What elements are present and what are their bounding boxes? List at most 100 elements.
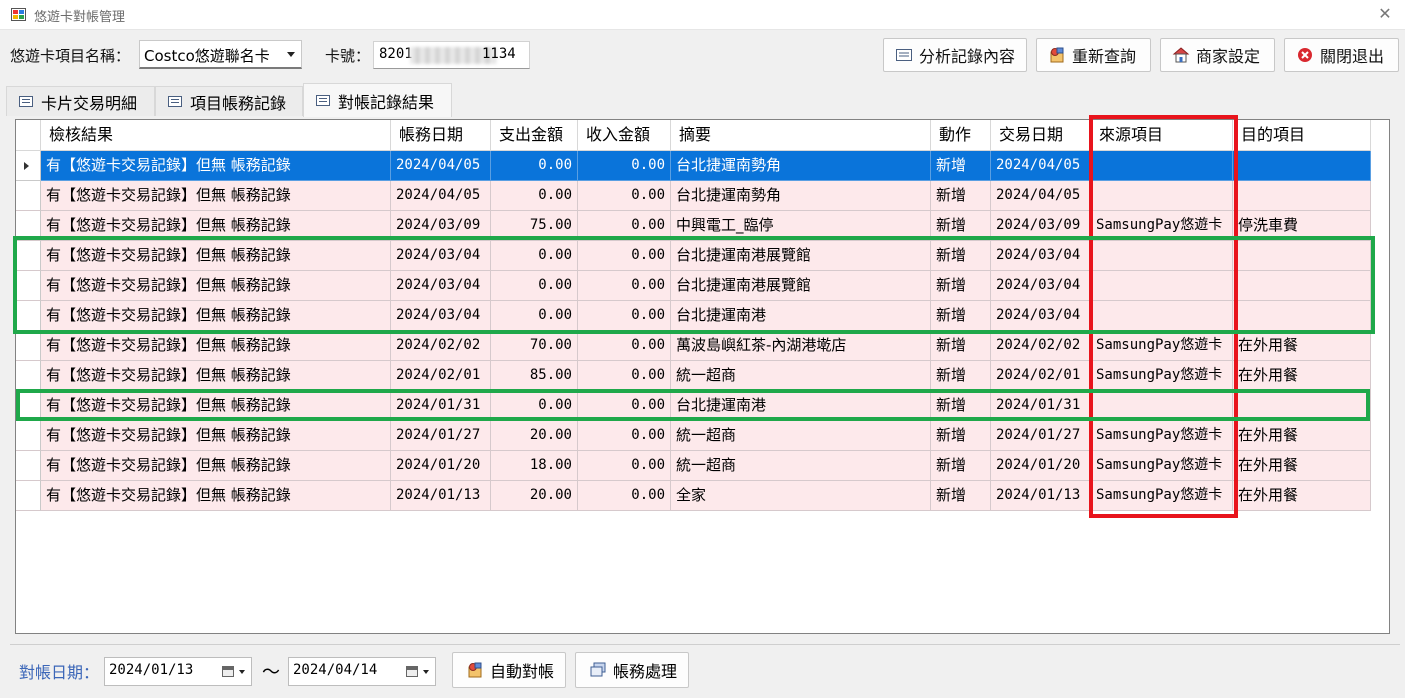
cell-income[interactable]: 0.00 <box>578 481 671 511</box>
chevron-down-icon <box>423 670 429 674</box>
tab-project-accounts[interactable]: 項目帳務記錄 <box>155 86 303 116</box>
cell-trade-date[interactable]: 2024/04/05 <box>991 151 1091 181</box>
cell-income[interactable]: 0.00 <box>578 151 671 181</box>
home-icon <box>1172 47 1190 63</box>
card-number-field[interactable]: 8201 1134 <box>373 41 530 69</box>
cell-trade-date[interactable]: 2024/02/02 <box>991 331 1091 361</box>
row-header[interactable] <box>16 361 41 391</box>
cell-account-date[interactable]: 2024/02/02 <box>391 331 491 361</box>
cell-account-date[interactable]: 2024/01/27 <box>391 421 491 451</box>
auto-reconcile-button[interactable]: 自動對帳 <box>452 652 566 688</box>
cell-expense[interactable]: 70.00 <box>491 331 578 361</box>
cell-target[interactable]: 在外用餐 <box>1233 451 1371 481</box>
cell-summary[interactable]: 台北捷運南勢角 <box>671 181 931 211</box>
cell-action[interactable]: 新增 <box>931 421 991 451</box>
cell-target[interactable] <box>1233 151 1371 181</box>
table-icon <box>168 96 182 107</box>
cell-target[interactable]: 在外用餐 <box>1233 361 1371 391</box>
cell-income[interactable]: 0.00 <box>578 421 671 451</box>
cell-check-result[interactable]: 有【悠遊卡交易記錄】但無 帳務記錄 <box>41 181 391 211</box>
cell-summary[interactable]: 全家 <box>671 481 931 511</box>
footer-divider <box>10 644 1400 645</box>
row-header[interactable] <box>16 451 41 481</box>
analyze-records-button[interactable]: 分析記錄內容 <box>883 38 1027 72</box>
cell-expense[interactable]: 85.00 <box>491 361 578 391</box>
tab-card-transactions[interactable]: 卡片交易明細 <box>6 86 155 116</box>
column-header-target[interactable]: 目的項目 <box>1233 120 1371 151</box>
requery-button[interactable]: 重新查詢 <box>1036 38 1151 72</box>
windows-stack-icon <box>590 662 606 677</box>
cell-trade-date[interactable]: 2024/01/20 <box>991 451 1091 481</box>
cell-action[interactable]: 新增 <box>931 361 991 391</box>
cell-summary[interactable]: 統一超商 <box>671 451 931 481</box>
cell-income[interactable]: 0.00 <box>578 451 671 481</box>
cell-expense[interactable]: 18.00 <box>491 451 578 481</box>
column-header-account-date[interactable]: 帳務日期 <box>391 120 491 151</box>
reconcile-date-label: 對帳日期： <box>19 663 100 682</box>
cell-target[interactable]: 在外用餐 <box>1233 331 1371 361</box>
cell-account-date[interactable]: 2024/04/05 <box>391 181 491 211</box>
column-header-check-result[interactable]: 檢核結果 <box>41 120 391 151</box>
column-header-expense[interactable]: 支出金額 <box>491 120 578 151</box>
cell-income[interactable]: 0.00 <box>578 181 671 211</box>
cell-action[interactable]: 新增 <box>931 481 991 511</box>
date-to-picker[interactable]: 2024/04/14 <box>288 657 436 686</box>
grid-corner <box>16 120 41 151</box>
project-name-label: 悠遊卡項目名稱： <box>10 47 131 65</box>
cell-check-result[interactable]: 有【悠遊卡交易記錄】但無 帳務記錄 <box>41 481 391 511</box>
accounting-button[interactable]: 帳務處理 <box>575 652 689 688</box>
window-close-button[interactable]: ✕ <box>1377 4 1393 23</box>
card-number-suffix: 1134 <box>482 46 516 62</box>
cell-expense[interactable]: 20.00 <box>491 421 578 451</box>
row-pointer-icon <box>24 162 29 170</box>
cell-summary[interactable]: 萬波島嶼紅茶-內湖港墘店 <box>671 331 931 361</box>
date-range-separator: ～ <box>262 662 280 683</box>
cell-action[interactable]: 新增 <box>931 181 991 211</box>
requery-icon <box>1050 47 1064 63</box>
cell-check-result[interactable]: 有【悠遊卡交易記錄】但無 帳務記錄 <box>41 451 391 481</box>
tab-reconcile-results[interactable]: 對帳記錄結果 <box>303 83 452 117</box>
cell-expense[interactable]: 0.00 <box>491 151 578 181</box>
row-header[interactable] <box>16 421 41 451</box>
cell-summary[interactable]: 統一超商 <box>671 361 931 391</box>
cell-account-date[interactable]: 2024/01/13 <box>391 481 491 511</box>
column-header-trade-date[interactable]: 交易日期 <box>991 120 1091 151</box>
auto-reconcile-icon <box>468 662 482 678</box>
cell-trade-date[interactable]: 2024/04/05 <box>991 181 1091 211</box>
column-header-summary[interactable]: 摘要 <box>671 120 931 151</box>
cell-check-result[interactable]: 有【悠遊卡交易記錄】但無 帳務記錄 <box>41 361 391 391</box>
cell-expense[interactable]: 0.00 <box>491 181 578 211</box>
cell-income[interactable]: 0.00 <box>578 361 671 391</box>
column-header-action[interactable]: 動作 <box>931 120 991 151</box>
cell-action[interactable]: 新增 <box>931 331 991 361</box>
cell-check-result[interactable]: 有【悠遊卡交易記錄】但無 帳務記錄 <box>41 151 391 181</box>
cell-action[interactable]: 新增 <box>931 451 991 481</box>
cell-target[interactable]: 在外用餐 <box>1233 481 1371 511</box>
cell-trade-date[interactable]: 2024/01/13 <box>991 481 1091 511</box>
cell-account-date[interactable]: 2024/02/01 <box>391 361 491 391</box>
cell-check-result[interactable]: 有【悠遊卡交易記錄】但無 帳務記錄 <box>41 331 391 361</box>
cell-target[interactable]: 在外用餐 <box>1233 421 1371 451</box>
row-header[interactable] <box>16 481 41 511</box>
row-header[interactable] <box>16 181 41 211</box>
card-number-prefix: 8201 <box>379 46 413 62</box>
row-header[interactable] <box>16 331 41 361</box>
row-header[interactable] <box>16 151 41 181</box>
date-from-picker[interactable]: 2024/01/13 <box>104 657 252 686</box>
cell-summary[interactable]: 統一超商 <box>671 421 931 451</box>
cell-account-date[interactable]: 2024/04/05 <box>391 151 491 181</box>
cell-trade-date[interactable]: 2024/01/27 <box>991 421 1091 451</box>
cell-check-result[interactable]: 有【悠遊卡交易記錄】但無 帳務記錄 <box>41 421 391 451</box>
project-select[interactable]: Costco悠遊聯名卡 <box>139 40 302 69</box>
merchant-settings-button[interactable]: 商家設定 <box>1160 38 1275 72</box>
cell-expense[interactable]: 20.00 <box>491 481 578 511</box>
column-header-income[interactable]: 收入金額 <box>578 120 671 151</box>
cell-action[interactable]: 新增 <box>931 151 991 181</box>
cell-trade-date[interactable]: 2024/02/01 <box>991 361 1091 391</box>
chevron-down-icon <box>287 52 295 57</box>
close-exit-button[interactable]: 關閉退出 <box>1284 38 1399 72</box>
cell-account-date[interactable]: 2024/01/20 <box>391 451 491 481</box>
cell-income[interactable]: 0.00 <box>578 331 671 361</box>
cell-summary[interactable]: 台北捷運南勢角 <box>671 151 931 181</box>
cell-target[interactable] <box>1233 181 1371 211</box>
